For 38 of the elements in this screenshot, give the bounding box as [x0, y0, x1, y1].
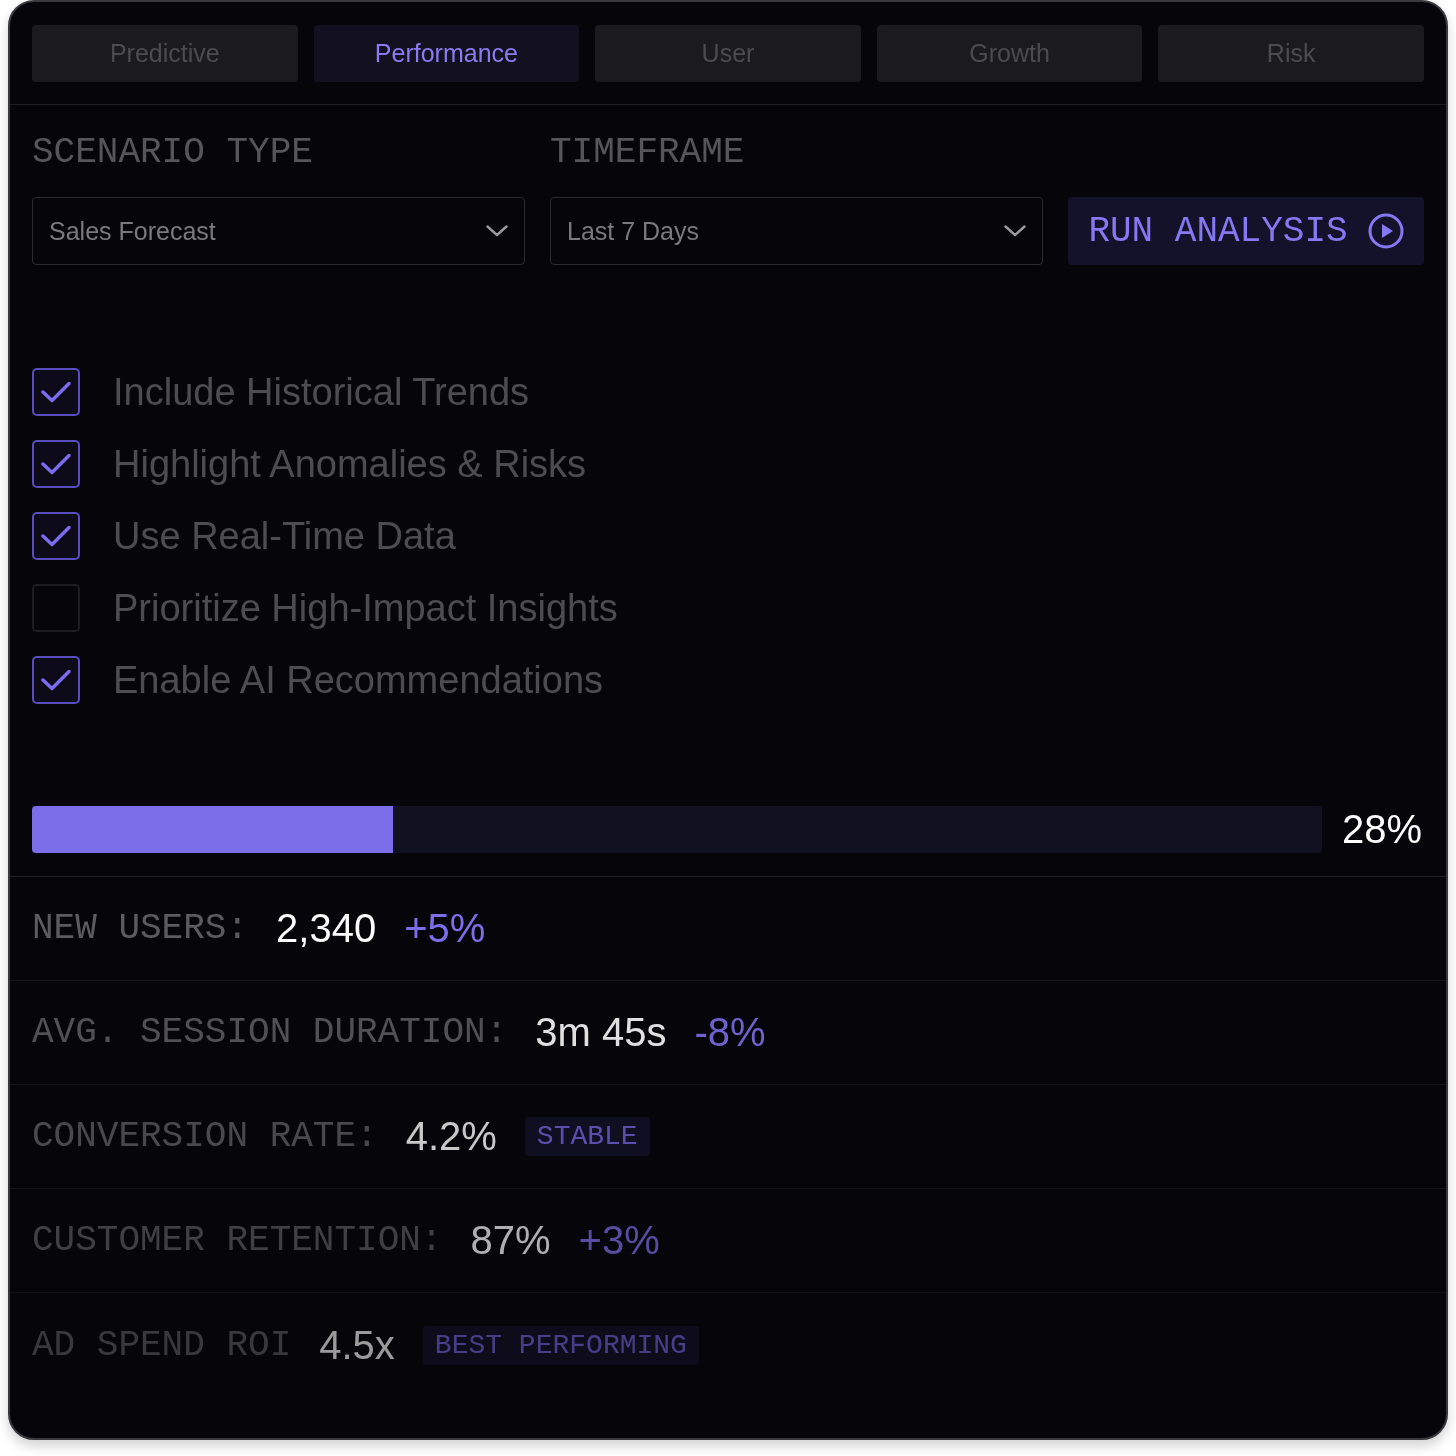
- check-icon: [41, 453, 71, 475]
- checkbox[interactable]: [32, 512, 80, 560]
- metric-value: 87%: [470, 1218, 551, 1263]
- field-label: TIMEFRAME: [550, 133, 745, 173]
- option-label: Prioritize High-Impact Insights: [113, 586, 618, 630]
- tab[interactable]: Performance: [313, 25, 580, 82]
- status-badge: BEST PERFORMING: [422, 1325, 699, 1365]
- option-label: Use Real-Time Data: [113, 514, 456, 558]
- chevron-down-icon: [1004, 225, 1026, 237]
- checkbox[interactable]: [32, 368, 80, 416]
- check-icon: [41, 381, 71, 403]
- check-icon: [41, 669, 71, 691]
- metric-change: +3%: [578, 1218, 660, 1263]
- progress-percentage: 28%: [1341, 807, 1422, 852]
- chevron-down-icon: [486, 225, 508, 237]
- metric-label: CONVERSION RATE:: [32, 1116, 378, 1157]
- metric-change: +5%: [404, 906, 486, 951]
- play-icon: [1367, 213, 1404, 249]
- metric-change: -8%: [694, 1010, 766, 1055]
- metric-value: 2,340: [276, 906, 377, 951]
- metric-value: 4.2%: [405, 1114, 497, 1159]
- option-label: Include Historical Trends: [113, 370, 530, 414]
- metric-label: CUSTOMER RETENTION:: [32, 1220, 443, 1261]
- metric-label: NEW USERS:: [32, 908, 249, 949]
- checkbox[interactable]: [32, 656, 80, 704]
- metric-value: 3m 45s: [535, 1010, 667, 1055]
- field-label: SCENARIO TYPE: [32, 133, 313, 173]
- option-label: Enable AI Recommendations: [113, 658, 604, 702]
- run-analysis-button[interactable]: RUN ANALYSIS: [1068, 197, 1424, 265]
- metric-label: AVG. SESSION DURATION:: [32, 1012, 508, 1053]
- dropdown[interactable]: Sales Forecast: [32, 197, 525, 265]
- dropdown[interactable]: Last 7 Days: [550, 197, 1043, 265]
- option-label: Highlight Anomalies & Risks: [113, 442, 587, 486]
- check-icon: [41, 525, 71, 547]
- metric-value: 4.5x: [319, 1322, 395, 1368]
- checkbox[interactable]: [32, 440, 80, 488]
- checkbox[interactable]: [32, 584, 80, 632]
- status-badge: STABLE: [524, 1117, 650, 1156]
